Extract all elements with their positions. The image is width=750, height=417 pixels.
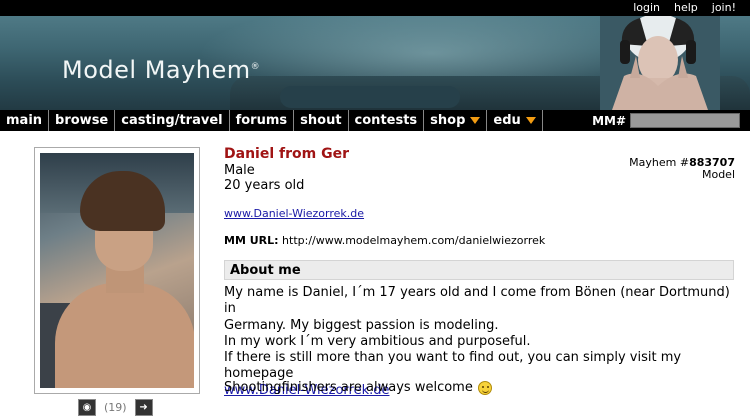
nav-contests[interactable]: contests	[349, 110, 425, 131]
mayhem-id-block: Mayhem #883707 Model	[629, 157, 735, 181]
profile-role: Model	[701, 168, 735, 181]
about-heading: About me	[230, 263, 301, 278]
about-header: About me	[224, 260, 734, 280]
main-nav: main browse casting/travel forums shout …	[0, 110, 750, 131]
join-link[interactable]: join!	[712, 1, 736, 14]
smiley-icon	[477, 380, 492, 395]
site-banner: Model Mayhem®	[0, 16, 750, 110]
profile-photo-frame	[34, 147, 200, 394]
mm-url: MM URL: http://www.modelmayhem.com/danie…	[224, 234, 545, 247]
profile-age: 20 years old	[224, 178, 305, 193]
nav-shout[interactable]: shout	[294, 110, 349, 131]
mm-url-label: MM URL:	[224, 234, 279, 247]
photo-pager: ◉ (19) ➜	[78, 399, 153, 416]
nav-browse[interactable]: browse	[49, 110, 116, 131]
nav-casting-travel[interactable]: casting/travel	[115, 110, 230, 131]
profile-photo[interactable]	[40, 153, 194, 388]
mm-number-input[interactable]	[630, 113, 740, 128]
site-logo[interactable]: Model Mayhem®	[62, 56, 260, 84]
registered-mark: ®	[250, 62, 261, 72]
profile-name: Daniel from Ger	[224, 146, 349, 162]
help-link[interactable]: help	[674, 1, 698, 14]
dropdown-arrow-icon	[470, 117, 481, 124]
profile-gender: Male	[224, 163, 255, 178]
portfolio-icon[interactable]: ◉	[78, 399, 96, 416]
mm-number-label: MM#	[592, 113, 626, 128]
banner-model-image	[600, 16, 720, 110]
nav-shop[interactable]: shop	[424, 110, 488, 131]
account-links: login help join!	[633, 1, 736, 14]
website-link[interactable]: www.Daniel-Wiezorrek.de	[224, 207, 364, 220]
closing-line: Shootingfinishers are always welcome	[224, 380, 492, 395]
nav-edu[interactable]: edu	[487, 110, 543, 131]
nav-main[interactable]: main	[0, 110, 50, 131]
nav-forums[interactable]: forums	[230, 110, 295, 131]
dropdown-arrow-icon	[525, 117, 536, 124]
next-arrow-icon[interactable]: ➜	[134, 399, 153, 416]
logo-text: Model Mayhem	[62, 56, 251, 84]
mm-number-search: MM#	[592, 113, 740, 128]
mayhem-prefix: Mayhem #	[629, 156, 690, 169]
login-link[interactable]: login	[633, 1, 660, 14]
mm-url-value: http://www.modelmayhem.com/danielwiezorr…	[282, 234, 546, 247]
top-bar: login help join!	[0, 0, 750, 16]
photo-count: (19)	[104, 401, 127, 414]
